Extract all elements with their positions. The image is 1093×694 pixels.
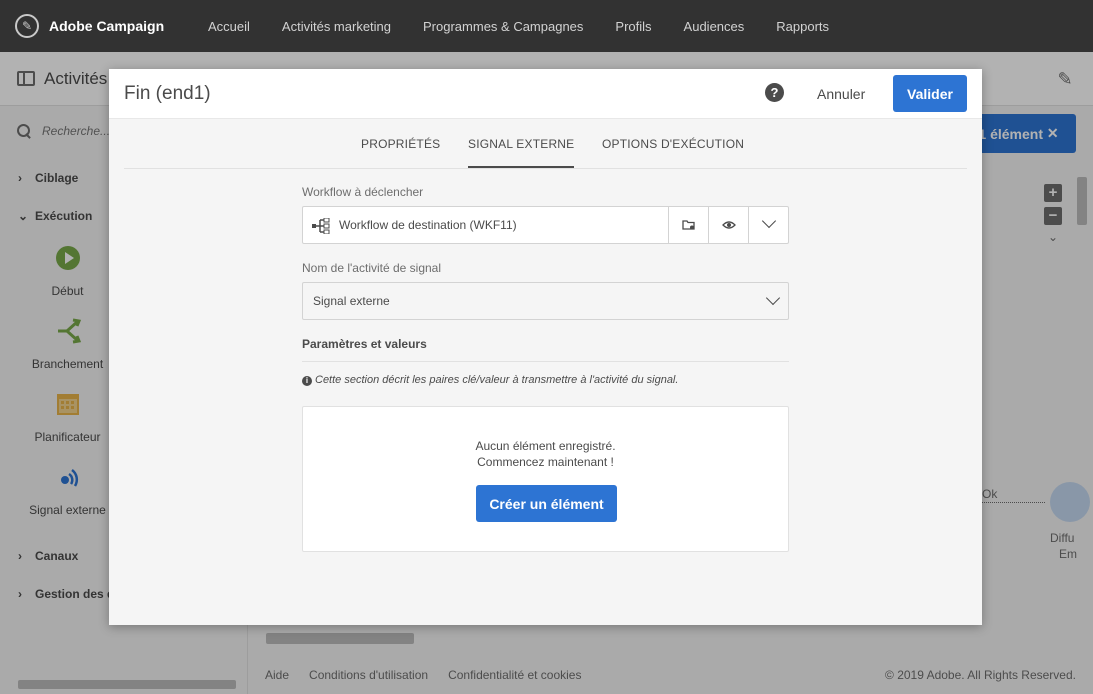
cancel-button[interactable]: Annuler xyxy=(809,80,873,108)
nav-item-programmes-campagnes[interactable]: Programmes & Campagnes xyxy=(423,19,583,34)
dialog-title: Fin (end1) xyxy=(124,83,211,104)
workflow-field[interactable]: Workflow de destination (WKF11) xyxy=(302,206,789,244)
nav-item-activites-marketing[interactable]: Activités marketing xyxy=(282,19,391,34)
dialog-tabs: PROPRIÉTÉS SIGNAL EXTERNE OPTIONS D'EXÉC… xyxy=(124,120,967,169)
params-section-title: Paramètres et valeurs xyxy=(302,337,789,362)
workflow-field-value: Workflow de destination (WKF11) xyxy=(339,218,517,232)
top-nav-bar: ✎ Adobe Campaign Accueil Activités marke… xyxy=(0,0,1093,52)
params-empty-state: Aucun élément enregistré. Commencez main… xyxy=(302,406,789,552)
dropdown-button[interactable] xyxy=(748,207,788,243)
workflow-field-label: Workflow à déclencher xyxy=(302,185,424,199)
nav-item-accueil[interactable]: Accueil xyxy=(208,19,250,34)
params-info: i Cette section décrit les paires clé/val… xyxy=(302,374,678,386)
dialog-header: Fin (end1) ? Annuler Valider xyxy=(109,69,982,119)
empty-state-line: Commencez maintenant ! xyxy=(477,455,614,469)
signal-select[interactable]: Signal externe xyxy=(302,282,789,320)
nav-item-audiences[interactable]: Audiences xyxy=(684,19,745,34)
activity-properties-dialog: Fin (end1) ? Annuler Valider PROPRIÉTÉS … xyxy=(109,69,982,625)
main-nav: Accueil Activités marketing Programmes &… xyxy=(190,0,845,52)
validate-button[interactable]: Valider xyxy=(893,75,967,112)
brand[interactable]: ✎ Adobe Campaign xyxy=(0,14,190,38)
tab-options-execution[interactable]: OPTIONS D'EXÉCUTION xyxy=(602,137,744,166)
nav-item-profils[interactable]: Profils xyxy=(615,19,651,34)
help-icon[interactable]: ? xyxy=(765,83,784,102)
chevron-down-icon xyxy=(761,213,777,229)
empty-state-line: Aucun élément enregistré. xyxy=(475,439,616,453)
folder-icon[interactable] xyxy=(668,207,708,243)
signal-select-value: Signal externe xyxy=(313,294,390,308)
app-name: Adobe Campaign xyxy=(49,18,165,34)
nav-item-rapports[interactable]: Rapports xyxy=(776,19,829,34)
adobe-campaign-logo-icon: ✎ xyxy=(15,14,39,38)
chevron-down-icon xyxy=(765,290,781,306)
params-info-text: Cette section décrit les paires clé/vale… xyxy=(315,374,679,386)
tab-signal-externe[interactable]: SIGNAL EXTERNE xyxy=(468,137,575,168)
tab-proprietes[interactable]: PROPRIÉTÉS xyxy=(361,137,440,166)
workflow-icon xyxy=(312,218,330,234)
signal-field-label: Nom de l'activité de signal xyxy=(302,261,442,275)
info-icon: i xyxy=(302,376,312,386)
eye-icon[interactable] xyxy=(708,207,748,243)
create-element-button[interactable]: Créer un élément xyxy=(476,485,617,522)
